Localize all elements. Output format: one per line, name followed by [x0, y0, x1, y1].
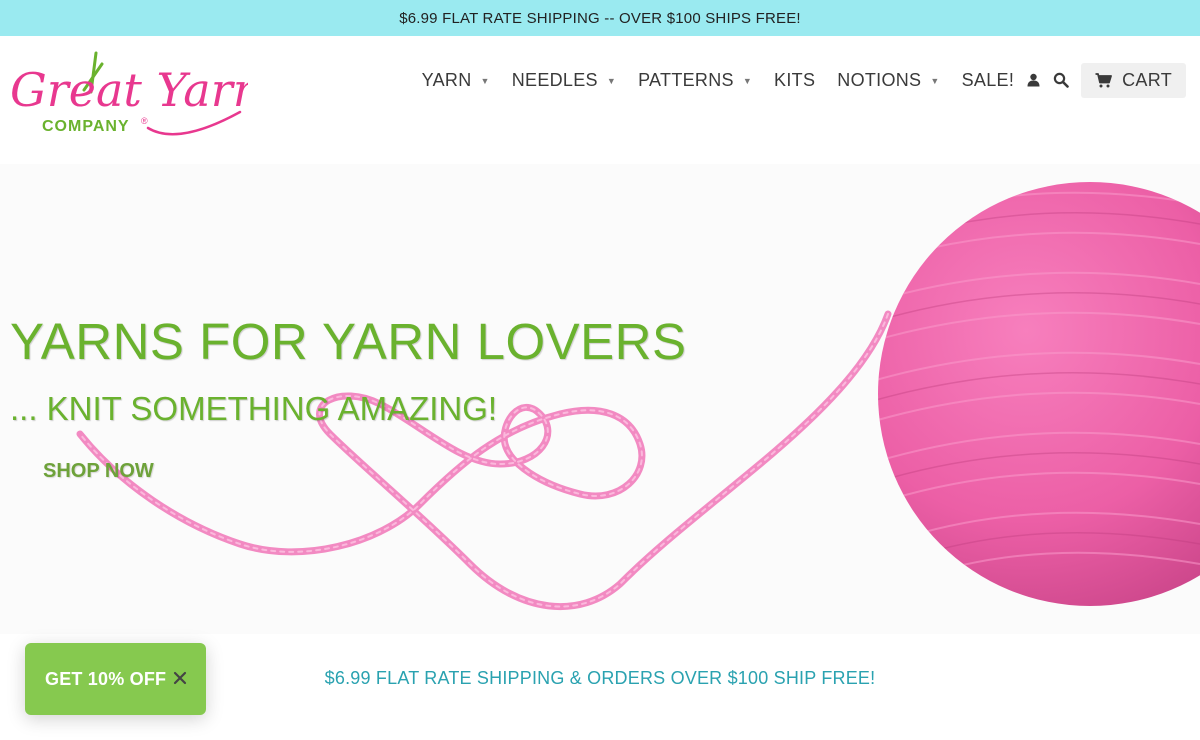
announcement-bar: $6.99 FLAT RATE SHIPPING -- OVER $100 SH… — [0, 0, 1200, 36]
discount-popup-tab[interactable]: GET 10% OFF — [25, 643, 206, 715]
nav-item-needles[interactable]: NEEDLES ▼ — [512, 70, 616, 91]
hero-banner: YARNS FOR YARN LOVERS ... KNIT SOMETHING… — [0, 164, 1200, 634]
discount-label: GET 10% OFF — [45, 668, 167, 689]
nav-item-sale[interactable]: SALE! — [962, 70, 1015, 91]
close-icon[interactable] — [172, 670, 188, 686]
main-nav: YARN ▼ NEEDLES ▼ PATTERNS ▼ KITS NOTIONS… — [400, 62, 1186, 98]
nav-item-notions[interactable]: NOTIONS ▼ — [837, 70, 939, 91]
nav-item-label: NEEDLES — [511, 69, 598, 90]
nav-item-label: NOTIONS — [837, 69, 922, 90]
logo-graphic: Great Yarn COMPANY ® — [10, 51, 248, 136]
cart-icon — [1095, 72, 1113, 87]
dropdown-caret-icon: ▼ — [480, 76, 490, 86]
registered-mark: ® — [141, 116, 148, 126]
user-icon[interactable] — [1027, 73, 1040, 87]
announcement-text: $6.99 FLAT RATE SHIPPING -- OVER $100 SH… — [399, 9, 801, 27]
hero-subtitle: ... KNIT SOMETHING AMAZING! — [10, 390, 498, 427]
search-icon[interactable] — [1053, 72, 1069, 88]
shop-now-link[interactable]: SHOP NOW — [43, 460, 154, 483]
dropdown-caret-icon: ▼ — [930, 76, 940, 86]
nav-item-label: PATTERNS — [638, 69, 734, 90]
nav-item-label: YARN — [421, 69, 472, 90]
hero-title: YARNS FOR YARN LOVERS — [10, 313, 687, 370]
dropdown-caret-icon: ▼ — [606, 76, 617, 86]
nav-item-yarn[interactable]: YARN ▼ — [422, 70, 490, 91]
cart-button[interactable]: CART — [1081, 62, 1186, 98]
nav-item-label: SALE! — [961, 69, 1015, 90]
site-header: Great Yarn COMPANY ® YARN ▼ NEEDLES ▼ PA… — [0, 36, 1200, 164]
brand-logo[interactable]: Great Yarn COMPANY ® — [8, 50, 248, 142]
nav-item-label: KITS — [774, 69, 816, 90]
dropdown-caret-icon: ▼ — [742, 76, 753, 86]
nav-item-patterns[interactable]: PATTERNS ▼ — [638, 70, 752, 91]
nav-item-kits[interactable]: KITS — [774, 70, 815, 91]
cart-label: CART — [1122, 69, 1172, 90]
logo-script-text: Great Yarn — [10, 63, 248, 117]
logo-company-text: COMPANY — [42, 118, 130, 135]
